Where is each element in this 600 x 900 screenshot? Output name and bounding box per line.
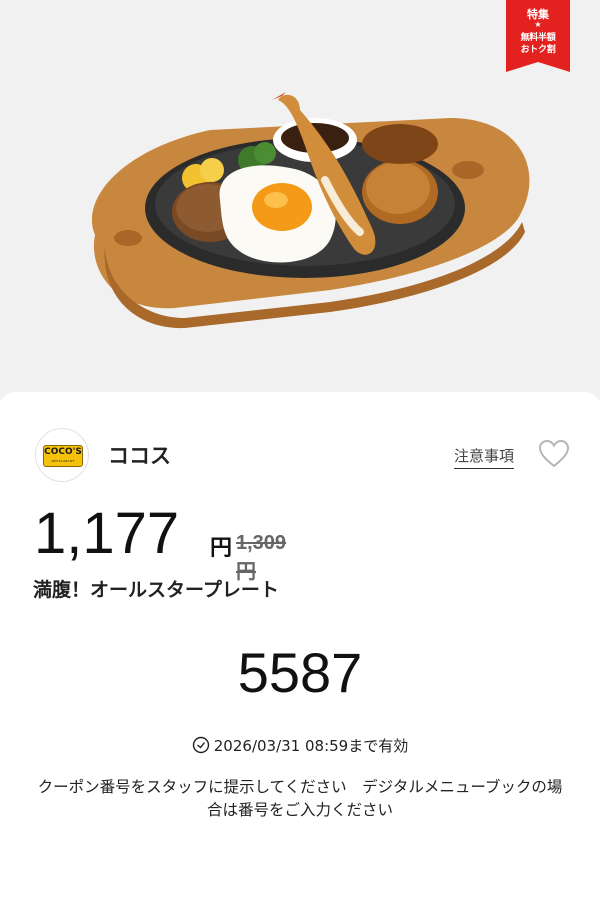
shop-logo-text: COCO'S xyxy=(44,447,82,457)
coupon-code: 5587 xyxy=(237,641,363,704)
coupon-instructions: クーポン番号をスタッフに提示してください デジタルメニューブックの場合は番号をご… xyxy=(37,778,563,819)
currency-label: 円 xyxy=(210,536,233,561)
favorite-button[interactable] xyxy=(538,439,570,469)
coupon-card: COCO'S RESTAURANT ココス 注意事項 1,177 円 1,309… xyxy=(0,392,600,900)
clock-icon xyxy=(192,736,209,754)
product-image: 特集 ★ 無料半額 おトク割 xyxy=(0,0,600,400)
shop-logo: COCO'S RESTAURANT xyxy=(35,428,89,482)
shop-logo-subtext: RESTAURANT xyxy=(51,459,75,463)
heart-icon xyxy=(538,439,570,468)
shop-name: ココス xyxy=(108,444,171,468)
ribbon-line-2: おトク割 xyxy=(520,45,556,55)
ribbon-star-icon: ★ xyxy=(534,20,542,29)
notes-link[interactable]: 注意事項 xyxy=(454,445,515,469)
item-name: 満腹！オールスタープレート xyxy=(33,579,279,601)
expiry-text: 2026/03/31 08:59まで有効 xyxy=(213,737,409,755)
feature-ribbon: 特集 ★ 無料半額 おトク割 xyxy=(506,0,570,72)
expiry-row: 2026/03/31 08:59まで有効 xyxy=(0,735,600,756)
shop-logo-plate: COCO'S RESTAURANT xyxy=(43,445,83,467)
sale-price: 1,177 xyxy=(34,501,180,566)
